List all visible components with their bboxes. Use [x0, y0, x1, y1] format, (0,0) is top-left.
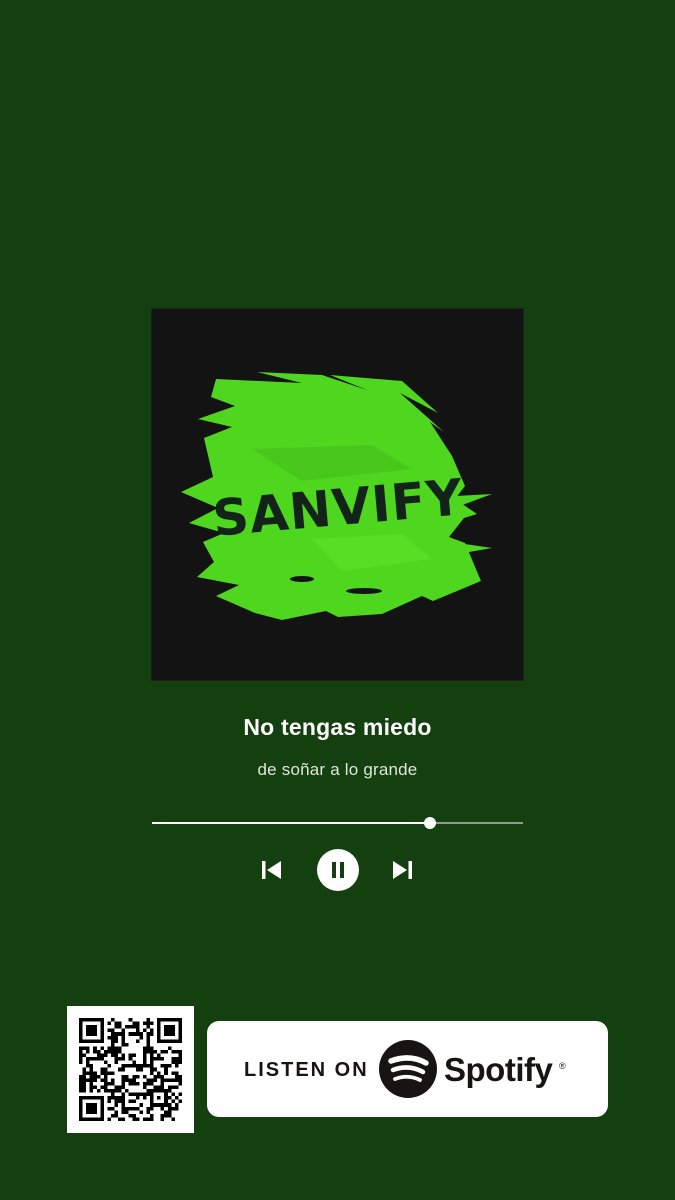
listen-on-spotify-button[interactable]: LISTEN ON Spotify ® — [207, 1021, 608, 1117]
progress-thumb[interactable] — [424, 817, 437, 829]
progress-bar[interactable] — [152, 816, 523, 830]
playback-controls — [0, 849, 675, 891]
album-cover-art: SANVIFY — [152, 309, 523, 680]
pause-button[interactable] — [317, 849, 359, 891]
track-title: No tengas miedo — [243, 714, 432, 740]
pause-icon — [332, 862, 344, 878]
album-cover: SANVIFY — [152, 309, 523, 680]
next-button[interactable] — [386, 849, 418, 891]
track-subtitle: de soñar a lo grande — [257, 760, 418, 779]
listen-on-label: LISTEN ON — [244, 1059, 369, 1081]
trademark-symbol: ® — [559, 1061, 566, 1071]
progress-fill — [152, 822, 431, 824]
skip-next-icon — [393, 861, 412, 879]
spotify-logo-icon — [379, 1040, 437, 1098]
qr-code-icon — [79, 1018, 182, 1121]
spotify-wordmark: Spotify — [444, 1051, 553, 1088]
qr-code[interactable] — [67, 1006, 194, 1133]
skip-previous-icon — [262, 861, 281, 879]
previous-button[interactable] — [256, 849, 288, 891]
